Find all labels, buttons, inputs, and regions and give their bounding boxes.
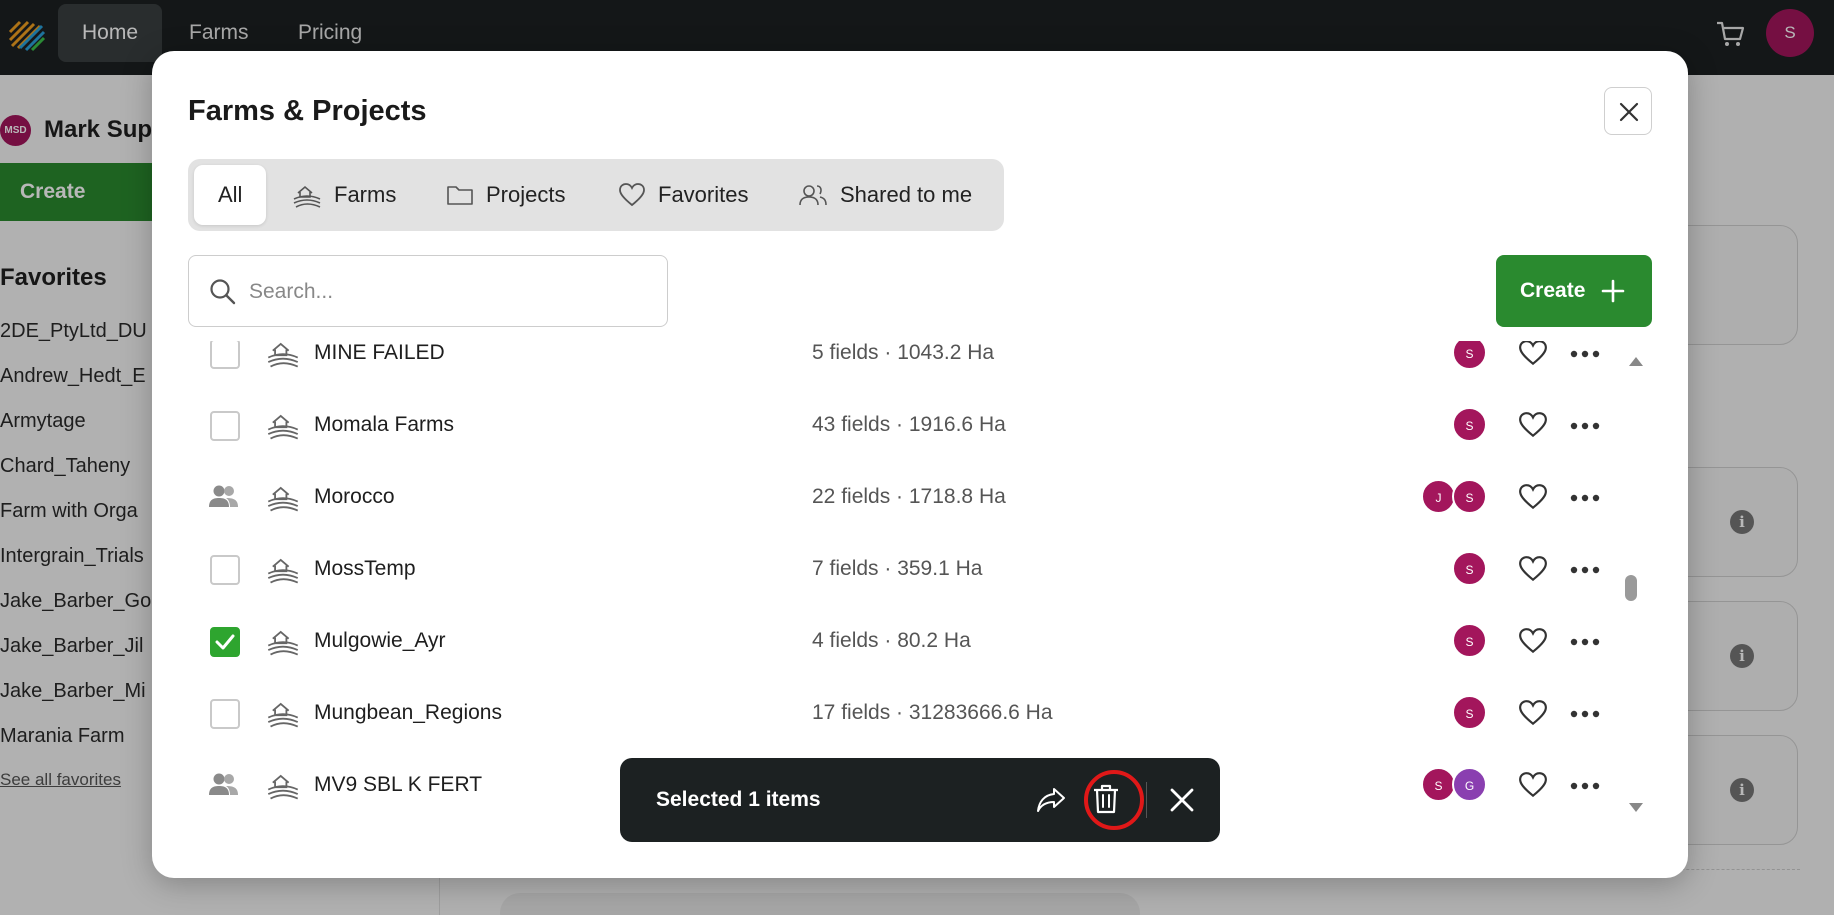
folder-icon [447,186,473,205]
more-options-icon[interactable] [1570,710,1600,718]
tab-label: Farms [334,182,397,207]
farm-meta: 17 fields · 31283666.6 Ha [812,701,1053,724]
modal-title: Farms & Projects [188,95,427,127]
farm-icon [267,630,299,656]
member-avatar: S [1452,623,1487,658]
member-avatar: S [1421,767,1456,802]
farm-meta: 43 fields · 1916.6 Ha [812,413,1006,436]
search-input[interactable] [249,270,649,314]
favorite-heart-icon[interactable] [1518,699,1548,727]
search-box [188,255,668,327]
row-checkbox[interactable] [210,555,240,585]
tab-projects[interactable]: Projects [446,165,565,225]
tab-label: Shared to me [840,182,973,207]
checkmark-icon [215,634,235,650]
row-checkbox[interactable] [210,699,240,729]
tab-favorites[interactable]: Favorites [618,165,748,225]
farm-name[interactable]: Mungbean_Regions [314,701,502,725]
plus-icon [1602,279,1625,303]
toolbar-divider [1146,782,1147,818]
row-checkbox[interactable] [210,411,240,441]
farms-projects-modal: Farms & Projects All Farms Projects Favo… [152,51,1688,878]
list-item[interactable]: MINE FAILED 5 fields · 1043.2 Ha S [188,341,1600,389]
row-checkbox[interactable] [210,341,240,369]
farm-name[interactable]: Mulgowie_Ayr [314,629,446,653]
favorite-heart-icon[interactable] [1518,483,1548,511]
farm-name[interactable]: MV9 SBL K FERT [314,773,482,797]
modal-close-button[interactable] [1604,87,1652,135]
farm-icon [267,342,299,368]
list-item[interactable]: Morocco 22 fields · 1718.8 Ha J S [188,461,1600,533]
close-icon [1619,102,1639,122]
member-avatar: S [1452,695,1487,730]
more-options-icon[interactable] [1570,638,1600,646]
member-avatar: G [1452,767,1487,802]
filter-tabs: All Farms Projects Favorites Shared to m… [188,159,1004,231]
close-icon[interactable] [1168,786,1196,814]
favorite-heart-icon[interactable] [1518,411,1548,439]
farm-name[interactable]: Momala Farms [314,413,454,437]
farm-name[interactable]: MossTemp [314,557,416,581]
farm-icon [267,774,299,800]
more-options-icon[interactable] [1570,566,1600,574]
member-avatar: J [1421,479,1456,514]
farm-icon [267,414,299,440]
more-options-icon[interactable] [1570,782,1600,790]
list-item[interactable]: Momala Farms 43 fields · 1916.6 Ha S [188,389,1600,461]
farm-meta: 22 fields · 1718.8 Ha [812,485,1006,508]
list-item[interactable]: MossTemp 7 fields · 359.1 Ha S [188,533,1600,605]
row-checkbox[interactable] [210,627,240,657]
farm-meta: 7 fields · 359.1 Ha [812,557,983,580]
tab-all[interactable]: All [194,165,267,225]
create-button-label: Create [1520,279,1586,302]
trash-icon[interactable] [1092,783,1120,815]
favorite-heart-icon[interactable] [1518,627,1548,655]
search-icon [210,279,236,305]
farm-icon [267,702,299,728]
scroll-up-arrow[interactable] [1629,357,1643,366]
favorite-heart-icon[interactable] [1518,555,1548,583]
farm-meta: 4 fields · 80.2 Ha [812,629,971,652]
member-avatar: S [1452,407,1487,442]
heart-icon [619,183,645,207]
scroll-down-arrow[interactable] [1629,803,1643,812]
favorite-heart-icon[interactable] [1518,341,1548,367]
tab-farms[interactable]: Farms [292,165,396,225]
member-avatar: S [1452,551,1487,586]
tab-label: All [218,182,243,207]
shared-users-icon [209,773,238,795]
farm-icon [293,185,321,208]
member-avatar: S [1452,479,1487,514]
farm-icon [267,486,299,512]
tab-label: Projects [486,182,566,207]
users-icon [799,185,827,206]
more-options-icon[interactable] [1570,350,1600,358]
farm-name[interactable]: Morocco [314,485,395,509]
share-icon[interactable] [1036,786,1066,814]
selection-count: Selected 1 items [656,788,821,811]
more-options-icon[interactable] [1570,422,1600,430]
shared-users-icon [209,485,238,507]
list-item[interactable]: Mungbean_Regions 17 fields · 31283666.6 … [188,677,1600,749]
farm-name[interactable]: MINE FAILED [314,341,445,365]
scrollbar-thumb[interactable] [1625,575,1637,601]
more-options-icon[interactable] [1570,494,1600,502]
selection-toolbar: Selected 1 items [620,758,1220,842]
tab-shared-to-me[interactable]: Shared to me [798,165,972,225]
farm-meta: 5 fields · 1043.2 Ha [812,341,995,364]
member-avatar: S [1452,341,1487,370]
create-button[interactable]: Create [1496,255,1652,327]
list-item[interactable]: Mulgowie_Ayr 4 fields · 80.2 Ha S [188,605,1600,677]
tab-label: Favorites [658,182,749,207]
farm-icon [267,558,299,584]
favorite-heart-icon[interactable] [1518,771,1548,799]
